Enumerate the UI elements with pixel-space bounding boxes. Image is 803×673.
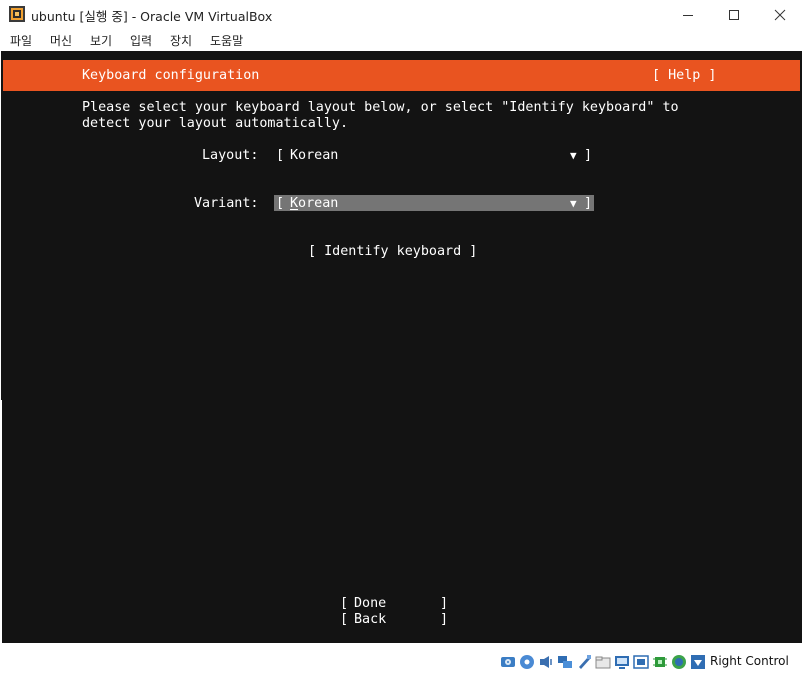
maximize-icon <box>729 10 739 20</box>
statusbar: Right Control <box>0 651 803 673</box>
back-label: Back <box>354 612 387 627</box>
layout-open-bracket: [ <box>276 148 285 163</box>
close-icon <box>774 9 786 21</box>
optical-drive-icon[interactable] <box>519 654 535 670</box>
close-button[interactable] <box>757 0 803 30</box>
mouse-integration-icon[interactable] <box>671 654 687 670</box>
menu-devices[interactable]: 장치 <box>170 32 192 49</box>
maximize-button[interactable] <box>711 0 757 30</box>
dropdown-arrow-icon: ▼ <box>570 149 577 162</box>
done-close-bracket: ] <box>440 596 449 611</box>
menubar: 파일 머신 보기 입력 장치 도움말 <box>0 30 803 51</box>
window-title: ubuntu [실행 중] - Oracle VM VirtualBox <box>31 9 273 24</box>
layout-label: Layout: <box>202 148 259 163</box>
dropdown-arrow-icon: ▼ <box>570 197 577 210</box>
text-cursor <box>290 209 298 210</box>
network-icon[interactable] <box>557 654 573 670</box>
done-open-bracket: [ <box>340 596 349 611</box>
keyboard-capture-icon[interactable] <box>690 654 706 670</box>
back-button[interactable]: [ Back ] <box>338 612 450 628</box>
identify-keyboard-button[interactable]: [ Identify keyboard ] <box>308 244 477 260</box>
variant-dropdown[interactable]: [ Korean ▼ ] <box>274 195 594 211</box>
intro-text-line1: Please select your keyboard layout below… <box>82 100 679 115</box>
variant-open-bracket: [ <box>276 196 285 211</box>
variant-label: Variant: <box>194 196 259 211</box>
back-close-bracket: ] <box>440 612 449 627</box>
intro-text-line2: detect your layout automatically. <box>82 116 349 131</box>
vm-display-edge <box>0 400 2 643</box>
menu-file[interactable]: 파일 <box>10 32 32 49</box>
host-key-label: Right Control <box>710 654 789 668</box>
layout-value: Korean <box>290 148 339 163</box>
audio-icon[interactable] <box>538 654 554 670</box>
shared-folders-icon[interactable] <box>595 654 611 670</box>
menu-view[interactable]: 보기 <box>90 32 112 49</box>
minimize-button[interactable] <box>665 0 711 30</box>
layout-dropdown[interactable]: [ Korean ▼ ] <box>274 147 594 163</box>
usb-icon[interactable] <box>576 654 592 670</box>
help-button[interactable]: [ Help ] <box>652 68 717 84</box>
menu-machine[interactable]: 머신 <box>50 32 72 49</box>
video-capture-icon[interactable] <box>633 654 649 670</box>
cpu-icon[interactable] <box>652 654 668 670</box>
variant-close-bracket: ] <box>584 196 593 211</box>
menu-input[interactable]: 입력 <box>130 32 152 49</box>
menu-help[interactable]: 도움말 <box>210 32 243 49</box>
header-title: Keyboard configuration <box>82 68 260 83</box>
window-titlebar: ubuntu [실행 중] - Oracle VM VirtualBox <box>0 0 803 30</box>
back-open-bracket: [ <box>340 612 349 627</box>
vm-display[interactable] <box>1 51 802 643</box>
hard-disk-icon[interactable] <box>500 654 516 670</box>
minimize-icon <box>683 15 693 16</box>
display-icon[interactable] <box>614 654 630 670</box>
done-label: Done <box>354 596 387 611</box>
virtualbox-app-icon <box>9 6 25 22</box>
done-button[interactable]: [ Done ] <box>338 596 450 612</box>
layout-close-bracket: ] <box>584 148 593 163</box>
